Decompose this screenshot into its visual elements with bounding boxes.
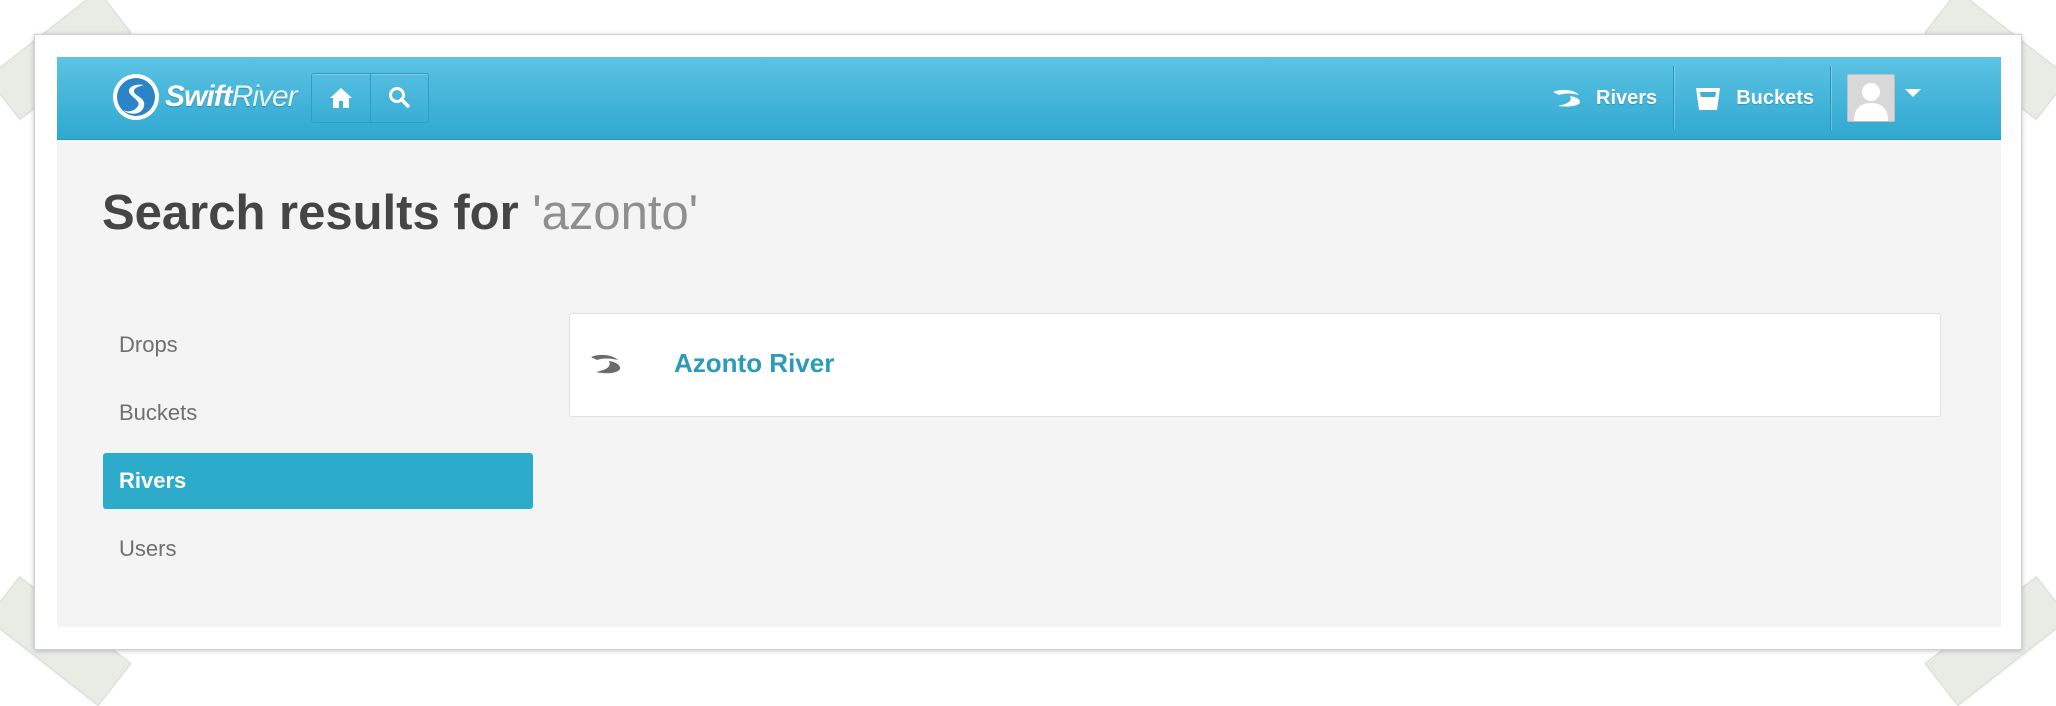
search-button[interactable] <box>369 74 429 122</box>
search-query: 'azonto' <box>532 186 699 240</box>
top-navigation-bar: SwiftRiver Rivers Buckets <box>57 57 2001 140</box>
buckets-link[interactable]: Buckets <box>1674 57 1830 139</box>
avatar <box>1847 74 1895 122</box>
results-panel: Azonto River <box>569 313 1941 417</box>
nav-button-group <box>311 73 429 123</box>
user-icon <box>1854 83 1888 121</box>
river-icon <box>591 354 621 374</box>
search-icon <box>389 87 410 108</box>
swiftriver-logo[interactable]: SwiftRiver <box>111 71 298 123</box>
result-item: Azonto River <box>570 314 1940 416</box>
nav-item-rivers[interactable]: Rivers <box>103 453 533 509</box>
results-category-nav: Drops Buckets Rivers Users <box>103 317 533 589</box>
home-icon <box>329 88 352 108</box>
user-menu[interactable] <box>1831 57 2001 139</box>
header-right-menu: Rivers Buckets <box>1534 57 2001 139</box>
result-link[interactable]: Azonto River <box>674 348 834 379</box>
home-button[interactable] <box>312 74 370 122</box>
logo-icon <box>113 74 159 120</box>
nav-item-drops[interactable]: Drops <box>103 317 533 373</box>
buckets-link-label: Buckets <box>1736 86 1814 109</box>
chevron-down-icon <box>1905 89 1921 97</box>
rivers-link[interactable]: Rivers <box>1534 57 1673 139</box>
app-window: SwiftRiver Rivers Buckets Search results… <box>57 57 2001 627</box>
logo-text: SwiftRiver <box>165 80 298 113</box>
page-title: Search results for 'azonto' <box>102 183 698 243</box>
bucket-icon <box>1696 88 1721 110</box>
river-icon <box>1553 89 1581 107</box>
rivers-link-label: Rivers <box>1596 86 1658 109</box>
screenshot-frame: SwiftRiver Rivers Buckets Search results… <box>34 34 2022 650</box>
nav-item-users[interactable]: Users <box>103 521 533 577</box>
page-title-prefix: Search results for <box>102 186 519 240</box>
nav-item-buckets[interactable]: Buckets <box>103 385 533 441</box>
